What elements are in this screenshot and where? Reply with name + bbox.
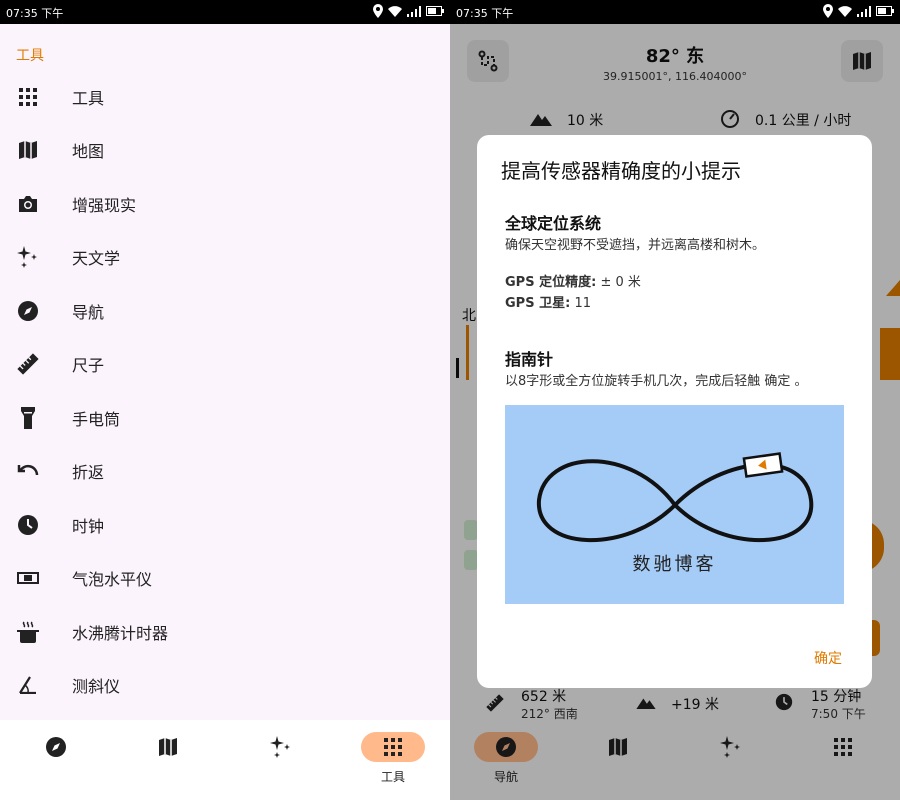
gps-accuracy-label: GPS 定位精度: <box>505 275 597 290</box>
menu-item-clock[interactable]: 时钟 <box>0 499 450 551</box>
calibration-tips-dialog: 提高传感器精确度的小提示 全球定位系统 确保天空视野不受遮挡，并远离高楼和树木。… <box>477 135 872 688</box>
menu-item-bubble-level[interactable]: 气泡水平仪 <box>0 552 450 604</box>
menu-label: 地图 <box>72 142 105 161</box>
wifi-icon <box>838 5 852 17</box>
menu-label: 时钟 <box>72 517 105 536</box>
menu-label: 增强现实 <box>72 196 137 215</box>
status-bar: 07:35 下午 <box>450 0 900 24</box>
battery-icon <box>876 6 894 16</box>
menu-label: 测斜仪 <box>72 677 121 696</box>
menu-item-inclinometer[interactable]: 测斜仪 <box>0 659 450 711</box>
compass-tip: 以8字形或全方位旋转手机几次，完成后轻触 确定 。 <box>505 374 808 389</box>
nav-map[interactable] <box>136 732 200 788</box>
menu-label: 导航 <box>72 303 105 322</box>
menu-item-ar[interactable]: 增强现实 <box>0 178 450 230</box>
compass-icon <box>24 732 88 762</box>
undo-icon <box>16 459 40 483</box>
gps-satellites-row: GPS 卫星: 11 <box>505 292 591 311</box>
camera-icon <box>16 192 40 216</box>
nav-label: 工具 <box>380 770 405 784</box>
tools-screen: 07:35 下午 工具 工具 地图 增强现实 天文学 导航 尺子 手电筒 折返 … <box>0 0 450 800</box>
section-title: 工具 <box>16 48 44 64</box>
gps-accuracy-value: ± 0 米 <box>600 275 641 290</box>
wifi-icon <box>388 5 402 17</box>
menu-item-boiling-timer[interactable]: 水沸腾计时器 <box>0 606 450 658</box>
location-icon <box>823 4 833 18</box>
gps-satellites-label: GPS 卫星: <box>505 296 571 311</box>
sparkles-icon <box>16 245 40 269</box>
menu-label: 尺子 <box>72 356 105 375</box>
nav-astronomy[interactable] <box>249 732 313 788</box>
dialog-title: 提高传感器精确度的小提示 <box>501 159 741 183</box>
menu-item-tools[interactable]: 工具 <box>0 71 450 123</box>
nav-tools[interactable]: 工具 <box>361 732 425 788</box>
menu-label: 工具 <box>72 89 105 108</box>
bottom-navigation: 工具 <box>0 720 450 800</box>
gps-satellites-value: 11 <box>574 296 591 311</box>
menu-item-backtrack[interactable]: 折返 <box>0 445 450 497</box>
menu-item-navigation[interactable]: 导航 <box>0 285 450 337</box>
nav-navigation[interactable] <box>24 732 88 788</box>
bubble-level-icon <box>16 566 40 590</box>
signal-icon <box>857 5 871 17</box>
compass-heading: 指南针 <box>505 350 554 369</box>
map-icon <box>16 138 40 162</box>
menu-label: 水沸腾计时器 <box>72 624 169 643</box>
angle-icon <box>16 673 40 697</box>
grid-icon <box>361 732 425 762</box>
navigation-screen: 07:35 下午 82° 东 39.915001°, 116.404000° 1… <box>450 0 900 800</box>
boiling-pot-icon <box>16 620 40 644</box>
menu-label: 气泡水平仪 <box>72 570 153 589</box>
ruler-icon <box>16 352 40 376</box>
menu-item-astronomy[interactable]: 天文学 <box>0 231 450 283</box>
gps-heading: 全球定位系统 <box>505 214 602 233</box>
status-time: 07:35 下午 <box>456 7 514 20</box>
location-icon <box>373 4 383 18</box>
status-time: 07:35 下午 <box>6 7 64 20</box>
figure-caption: 数驰博客 <box>632 554 717 575</box>
map-icon <box>136 732 200 762</box>
signal-icon <box>407 5 421 17</box>
compass-icon <box>16 299 40 323</box>
clock-icon <box>16 513 40 537</box>
menu-item-ruler[interactable]: 尺子 <box>0 338 450 390</box>
status-bar: 07:35 下午 <box>0 0 450 24</box>
battery-icon <box>426 6 444 16</box>
menu-item-flashlight[interactable]: 手电筒 <box>0 392 450 444</box>
figure-eight-illustration: 数驰博客 <box>505 405 844 604</box>
menu-label: 天文学 <box>72 249 121 268</box>
menu-item-map[interactable]: 地图 <box>0 124 450 176</box>
grid-icon <box>16 85 40 109</box>
ok-button[interactable]: 确定 <box>814 648 842 668</box>
flashlight-icon <box>16 406 40 430</box>
gps-accuracy-row: GPS 定位精度: ± 0 米 <box>505 271 641 290</box>
menu-label: 折返 <box>72 463 105 482</box>
sparkles-icon <box>249 732 313 762</box>
gps-tip: 确保天空视野不受遮挡，并远离高楼和树木。 <box>505 238 766 253</box>
menu-label: 手电筒 <box>72 410 121 429</box>
